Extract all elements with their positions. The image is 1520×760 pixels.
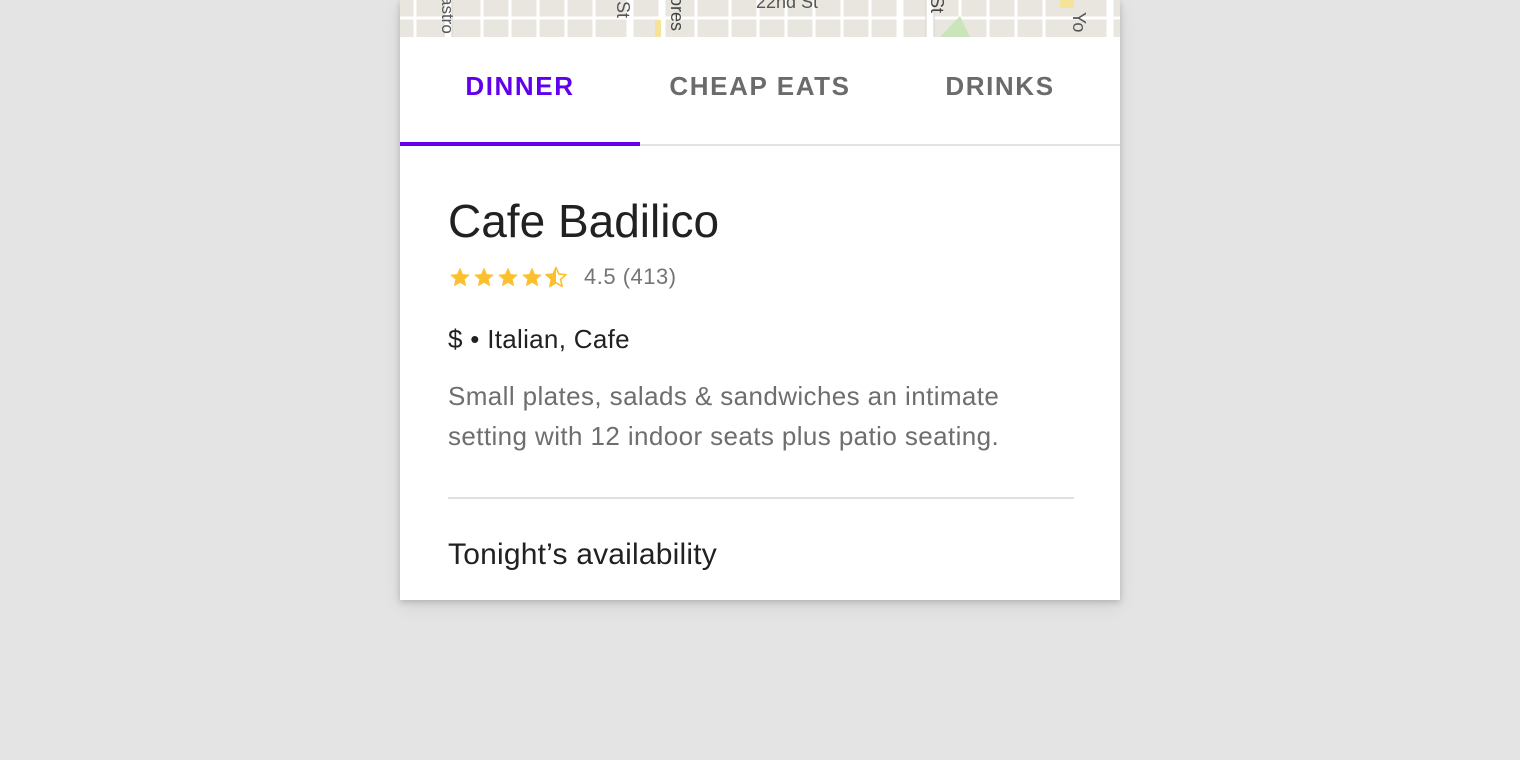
category-tabs: DINNER CHEAP EATS DRINKS <box>400 37 1120 146</box>
map-street-label: astro <box>438 0 457 34</box>
star-full-icon <box>450 267 470 287</box>
map-street-label: St <box>927 0 947 14</box>
star-full-icon <box>522 267 542 287</box>
rating-summary: 4.5 (413) <box>584 264 677 289</box>
map-street-label: ores <box>667 0 687 32</box>
star-half-icon <box>545 266 567 288</box>
tab-dinner[interactable]: DINNER <box>400 37 640 144</box>
restaurant-name: Cafe Badilico <box>448 195 720 247</box>
divider <box>448 497 1074 499</box>
restaurant-card: astro h St ores 22nd St St Yo DINNER CHE… <box>400 0 1120 600</box>
star-rating <box>448 265 568 289</box>
price-and-cuisine: $ • Italian, Cafe <box>448 324 630 354</box>
tab-drinks[interactable]: DRINKS <box>880 37 1120 144</box>
rating-row: 4.5 (413) <box>448 262 677 292</box>
map-preview[interactable]: astro h St ores 22nd St St Yo <box>400 0 1120 37</box>
active-tab-indicator <box>400 142 640 146</box>
availability-heading: Tonight’s availability <box>448 538 717 571</box>
map-street-label: 22nd St <box>756 0 819 12</box>
star-full-icon <box>498 267 518 287</box>
tab-cheap-eats[interactable]: CHEAP EATS <box>640 37 880 144</box>
restaurant-description: Small plates, salads & sandwiches an int… <box>448 381 1000 451</box>
star-full-icon <box>474 267 494 287</box>
map-street-label: Yo <box>1069 12 1089 33</box>
map-street-label: h St <box>613 0 633 19</box>
